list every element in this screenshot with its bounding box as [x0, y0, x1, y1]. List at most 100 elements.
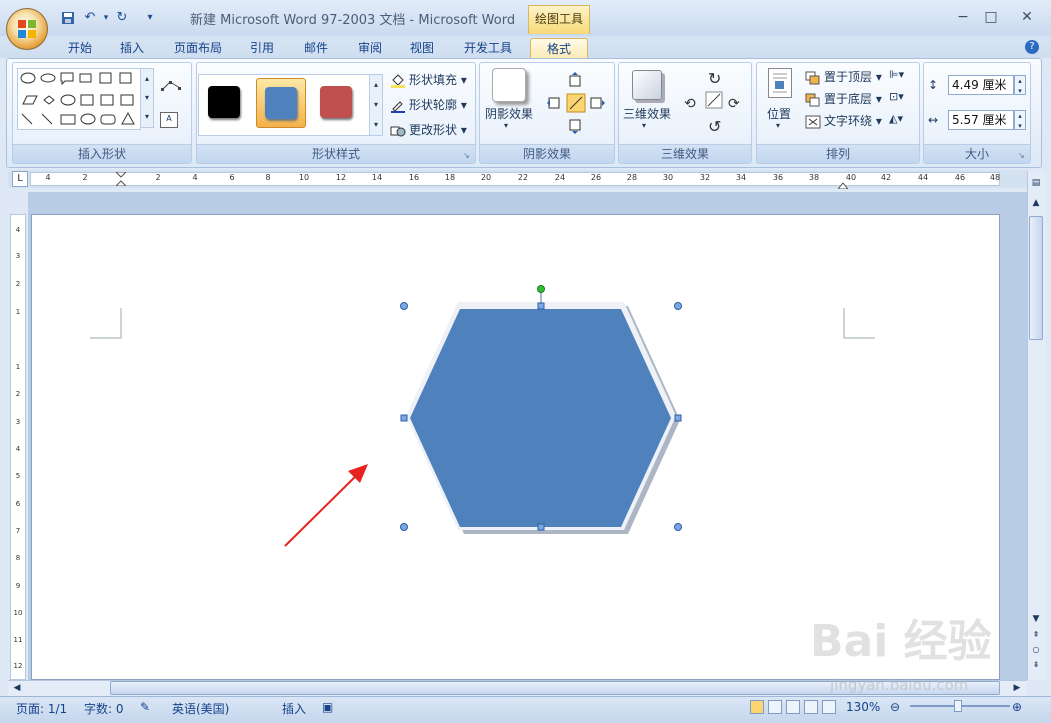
shadow-effects-button[interactable]: 阴影效果: [484, 105, 534, 122]
language-indicator[interactable]: 英语(美国): [172, 700, 229, 717]
undo-icon[interactable]: ↶: [82, 10, 98, 26]
vruler-number: 1: [15, 363, 21, 371]
chevron-down-icon[interactable]: ▾: [98, 10, 114, 26]
dialog-launcher-icon[interactable]: ↘: [463, 151, 472, 160]
customize-icon[interactable]: ▾: [142, 10, 158, 26]
resize-handle[interactable]: [537, 302, 545, 310]
resize-handle[interactable]: [674, 523, 682, 531]
resize-handle[interactable]: [674, 302, 682, 310]
tab-format[interactable]: 格式: [530, 38, 588, 59]
width-spinner[interactable]: ▴ ▾: [1014, 110, 1026, 130]
style-swatch-blue[interactable]: [256, 78, 306, 128]
redo-icon[interactable]: ↻: [114, 10, 130, 26]
style-swatch-black[interactable]: [200, 78, 250, 128]
proofing-icon[interactable]: ✎: [140, 700, 150, 714]
bring-to-front-button[interactable]: 置于顶层 ▾: [805, 68, 882, 85]
insert-mode[interactable]: 插入: [282, 700, 306, 717]
shadow-nudge-icons[interactable]: [545, 70, 607, 136]
resize-handle[interactable]: [400, 414, 408, 422]
minimize-button[interactable]: −: [950, 7, 976, 27]
3d-effects-button[interactable]: 三维效果: [622, 105, 672, 122]
zoom-in-icon[interactable]: ⊕: [1012, 700, 1022, 714]
ruler-number: 42: [880, 173, 892, 182]
ruler-number: 18: [444, 173, 456, 182]
full-screen-reading-icon[interactable]: [768, 700, 782, 714]
text-wrap-button[interactable]: 文字环绕 ▾: [805, 112, 882, 129]
3d-tilt-icons[interactable]: ↻ ⟲ ⟳ ↺: [682, 68, 746, 136]
tab-bar: [0, 36, 1051, 58]
zoom-out-icon[interactable]: ⊖: [890, 700, 900, 714]
tab-home[interactable]: 开始: [62, 38, 98, 58]
draft-view-icon[interactable]: [822, 700, 836, 714]
page-count[interactable]: 页面: 1/1: [16, 700, 67, 717]
tab-page-layout[interactable]: 页面布局: [168, 38, 228, 58]
text-box-icon[interactable]: A: [160, 112, 178, 128]
web-layout-icon[interactable]: [786, 700, 800, 714]
tab-view[interactable]: 视图: [404, 38, 440, 58]
word-count[interactable]: 字数: 0: [84, 700, 124, 717]
tab-references[interactable]: 引用: [244, 38, 280, 58]
vruler-number: 6: [15, 500, 21, 508]
window-title: 新建 Microsoft Word 97-2003 文档 - Microsoft…: [190, 13, 516, 28]
style-gallery-scroll[interactable]: ▴ ▾ ▾: [369, 74, 383, 136]
shapes-gallery[interactable]: [17, 68, 141, 130]
zoom-level[interactable]: 130%: [846, 700, 880, 714]
resize-handle[interactable]: [537, 523, 545, 531]
group-icon[interactable]: ⊡▾: [889, 90, 913, 106]
browse-object-icon[interactable]: ○: [1029, 645, 1043, 657]
office-logo-icon: [18, 20, 36, 38]
zoom-slider-thumb[interactable]: [954, 700, 962, 712]
macro-record-icon[interactable]: ▣: [322, 700, 333, 714]
shape-outline-button[interactable]: 形状轮廓 ▾: [390, 96, 467, 113]
group-shape-styles-label: 形状样式: [197, 144, 475, 163]
office-button[interactable]: [6, 8, 48, 50]
pencil-icon: [390, 99, 406, 113]
maximize-button[interactable]: □: [978, 7, 1004, 27]
outline-view-icon[interactable]: [804, 700, 818, 714]
ruler-number: 8: [265, 173, 271, 182]
scroll-down-icon[interactable]: ▼: [1029, 612, 1043, 626]
previous-page-icon[interactable]: ⇞: [1029, 630, 1043, 642]
tab-selector[interactable]: L: [12, 171, 28, 187]
hexagon-shape[interactable]: [396, 282, 688, 538]
vertical-scroll-thumb[interactable]: [1029, 216, 1043, 340]
scroll-up-icon[interactable]: ▲: [1029, 196, 1043, 210]
print-layout-view-icon[interactable]: [750, 700, 764, 714]
tab-insert[interactable]: 插入: [114, 38, 150, 58]
align-icon[interactable]: ⊫▾: [889, 68, 913, 84]
resize-handle[interactable]: [400, 523, 408, 531]
help-icon[interactable]: ?: [1025, 40, 1039, 54]
vruler-number: 10: [13, 609, 23, 617]
shape-width-input[interactable]: 5.57 厘米: [948, 110, 1014, 130]
gallery-scroll[interactable]: ▴ ▾ ▾: [140, 68, 154, 128]
shape-fill-button[interactable]: 形状填充 ▾: [390, 71, 467, 88]
ruler-number: 44: [917, 173, 929, 182]
next-page-icon[interactable]: ⇟: [1029, 660, 1043, 672]
change-shape-icon: [390, 124, 406, 138]
chevron-down-icon: ▾: [642, 121, 647, 130]
indent-marker[interactable]: [114, 171, 128, 187]
ruler-toggle-icon[interactable]: ▤: [1029, 176, 1043, 190]
change-shape-button[interactable]: 更改形状 ▾: [390, 121, 467, 138]
tab-mailings[interactable]: 邮件: [298, 38, 334, 58]
tab-review[interactable]: 审阅: [352, 38, 388, 58]
position-button[interactable]: 位置: [762, 105, 796, 122]
rotate-icon[interactable]: ◭▾: [889, 112, 913, 128]
close-button[interactable]: ✕: [1014, 7, 1040, 27]
resize-handle[interactable]: [674, 414, 682, 422]
resize-handle[interactable]: [400, 302, 408, 310]
edit-points-icon[interactable]: [160, 78, 184, 94]
height-spinner[interactable]: ▴ ▾: [1014, 75, 1026, 95]
scroll-right-icon[interactable]: ▶: [1010, 681, 1024, 695]
right-indent-marker[interactable]: [836, 178, 850, 190]
shape-height-input[interactable]: 4.49 厘米: [948, 75, 1014, 95]
tab-developer[interactable]: 开发工具: [458, 38, 518, 58]
send-to-back-button[interactable]: 置于底层 ▾: [805, 90, 882, 107]
scroll-left-icon[interactable]: ◀: [10, 681, 24, 695]
rotation-handle[interactable]: [537, 285, 545, 293]
ruler-number: 4: [45, 173, 51, 182]
save-icon[interactable]: [60, 10, 76, 26]
dialog-launcher-icon[interactable]: ↘: [1018, 151, 1027, 160]
swatch-blue: [265, 87, 297, 119]
style-swatch-red[interactable]: [312, 78, 362, 128]
